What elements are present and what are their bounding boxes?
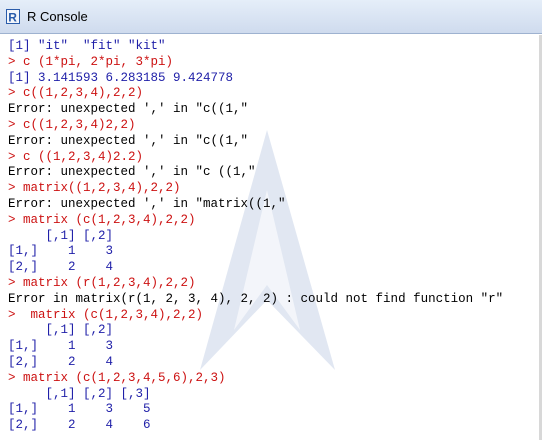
svg-text:R: R: [8, 11, 17, 25]
console-error-line: Error: unexpected ',' in "c ((1,": [8, 165, 256, 180]
console-input-line: > matrix((1,2,3,4),2,2): [8, 181, 181, 196]
console-output-line: [2,] 2 4: [8, 354, 114, 369]
title-bar[interactable]: R R Console: [0, 0, 542, 34]
console-output-line: [2,] 2 4: [8, 260, 114, 275]
console-input-line: > matrix (c(1,2,3,4),2,2): [8, 307, 204, 322]
console-input-line: > matrix (c(1,2,3,4),2,2): [8, 212, 196, 227]
console-output-line: [1] 3.141593 6.283185 9.424778: [8, 70, 234, 85]
console-output[interactable]: [1] "it" "fit" "kit" > c (1*pi, 2*pi, 3*p…: [0, 35, 542, 440]
console-output-line: [1,] 1 3 5: [8, 402, 151, 417]
r-logo-icon: R: [6, 9, 20, 24]
console-error-line: Error: unexpected ',' in "c((1,": [8, 102, 249, 117]
console-output-line: [,1] [,2] [,3]: [8, 386, 151, 401]
console-output-line: [1] "it" "fit" "kit": [8, 39, 166, 53]
console-output-line: [,1] [,2]: [8, 228, 114, 243]
console-output-line: [2,] 2 4 6: [8, 418, 151, 433]
console-error-line: Error: unexpected ',' in "matrix((1,": [8, 196, 286, 211]
console-input-line: > matrix (c(1,2,3,4,5,6),2,3): [8, 370, 226, 385]
console-input-line: > c((1,2,3,4)2,2): [8, 117, 136, 132]
console-error-line: Error: unexpected ',' in "c((1,": [8, 133, 249, 148]
console-output-line: [,1] [,2]: [8, 323, 114, 338]
console-output-line: [1,] 1 3: [8, 244, 114, 259]
window-title: R Console: [27, 9, 88, 24]
console-input-line: > c((1,2,3,4),2,2): [8, 86, 144, 101]
console-lines: [1] "it" "fit" "kit" > c (1*pi, 2*pi, 3*p…: [8, 39, 542, 440]
console-input-line: > c ((1,2,3,4)2.2): [8, 149, 144, 164]
console-error-line: Error in matrix(r(1, 2, 3, 4), 2, 2) : c…: [8, 291, 504, 306]
console-input-line: > matrix (r(1,2,3,4),2,2): [8, 275, 196, 290]
console-input-line: > c (1*pi, 2*pi, 3*pi): [8, 54, 174, 69]
console-output-line: [1,] 1 3: [8, 339, 114, 354]
